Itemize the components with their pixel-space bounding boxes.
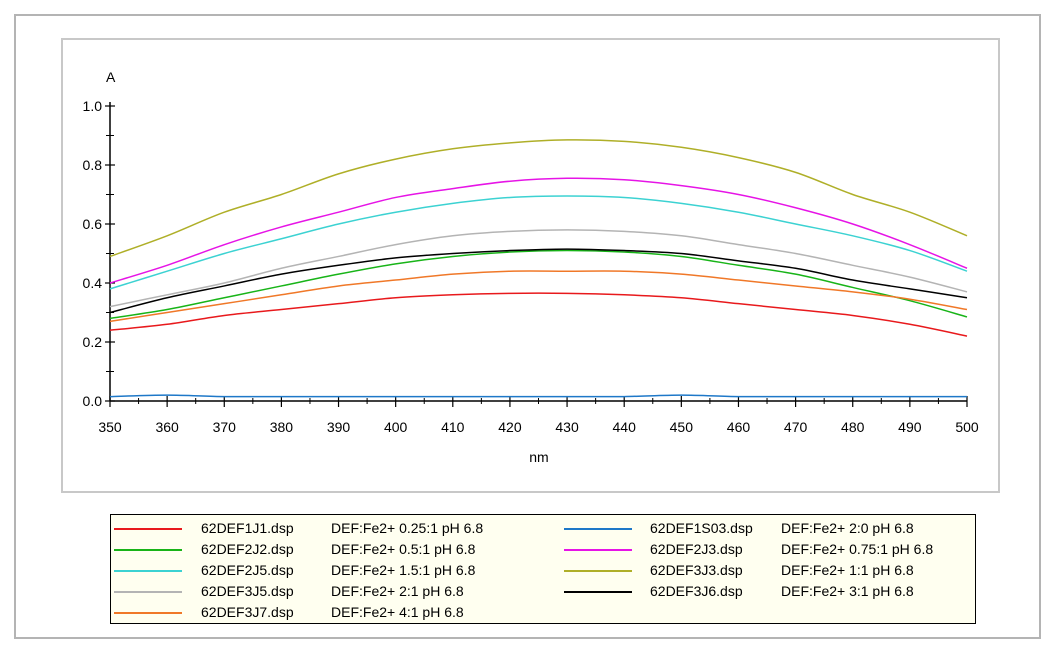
series-line-2 — [109, 195, 968, 290]
legend-description: DEF:Fe2+ 2:0 pH 6.8 — [781, 520, 914, 536]
x-tick-label: 430 — [555, 419, 579, 435]
legend-swatch — [114, 549, 182, 551]
legend-description: DEF:Fe2+ 0.5:1 pH 6.8 — [331, 541, 476, 557]
series-line-8 — [109, 248, 968, 314]
legend-filename: 62DEF2J5.dsp — [201, 562, 294, 578]
x-tick-label: 370 — [213, 419, 237, 435]
x-tick-label: 350 — [98, 419, 122, 435]
legend-filename: 62DEF3J7.dsp — [201, 604, 294, 620]
legend-swatch — [114, 528, 182, 530]
legend-description: DEF:Fe2+ 2:1 pH 6.8 — [331, 583, 464, 599]
legend-swatch — [114, 570, 182, 572]
x-tick-label: 420 — [498, 419, 522, 435]
legend-swatch — [564, 528, 632, 530]
x-tick-label: 500 — [955, 419, 979, 435]
x-tick-label: 380 — [270, 419, 294, 435]
legend-filename: 62DEF3J6.dsp — [650, 583, 743, 599]
legend-filename: 62DEF2J2.dsp — [201, 541, 294, 557]
legend-description: DEF:Fe2+ 3:1 pH 6.8 — [781, 583, 914, 599]
x-axis-label: nm — [529, 449, 548, 465]
x-tick-label: 390 — [327, 419, 351, 435]
legend-description: DEF:Fe2+ 1:1 pH 6.8 — [781, 562, 914, 578]
legend-swatch — [114, 591, 182, 593]
series-line-1 — [109, 249, 968, 320]
y-tick-label: 0.0 — [83, 393, 103, 409]
x-tick-label: 470 — [784, 419, 808, 435]
axis-layer: 0.0 0.2 0.4 0.6 0.8 1.0 350 360 370 380 390 400 410 4… — [83, 98, 979, 435]
series-line-0 — [109, 292, 968, 337]
series-line-5 — [109, 394, 967, 398]
x-tick-label: 410 — [441, 419, 465, 435]
x-tick-label: 480 — [841, 419, 865, 435]
legend-description: DEF:Fe2+ 0.75:1 pH 6.8 — [781, 541, 934, 557]
legend: 62DEF1J1.dsp DEF:Fe2+ 0.25:1 pH 6.8 62DEF2… — [110, 514, 976, 624]
legend-filename: 62DEF2J3.dsp — [650, 541, 743, 557]
legend-swatch — [564, 591, 632, 593]
x-tick-label: 460 — [727, 419, 751, 435]
legend-description: DEF:Fe2+ 1.5:1 pH 6.8 — [331, 562, 476, 578]
legend-filename: 62DEF1J1.dsp — [201, 520, 294, 536]
legend-filename: 62DEF1S03.dsp — [650, 520, 753, 536]
series-line-7 — [109, 139, 968, 258]
y-tick-label: 0.8 — [83, 157, 103, 173]
x-tick-label: 490 — [898, 419, 922, 435]
y-tick-label: 1.0 — [83, 98, 103, 114]
y-tick-label: 0.6 — [83, 216, 103, 232]
legend-swatch — [114, 612, 182, 614]
y-axis-label: A — [106, 69, 116, 85]
legend-description: DEF:Fe2+ 0.25:1 pH 6.8 — [331, 520, 484, 536]
series-layer — [109, 139, 968, 398]
x-tick-label: 440 — [613, 419, 637, 435]
legend-filename: 62DEF3J3.dsp — [650, 562, 743, 578]
legend-filename: 62DEF3J5.dsp — [201, 583, 294, 599]
legend-description: DEF:Fe2+ 4:1 pH 6.8 — [331, 604, 464, 620]
x-tick-label: 360 — [155, 419, 179, 435]
x-tick-label: 400 — [384, 419, 408, 435]
legend-swatch — [564, 549, 632, 551]
legend-swatch — [564, 570, 632, 572]
x-tick-label: 450 — [670, 419, 694, 435]
y-tick-label: 0.2 — [83, 334, 103, 350]
y-tick-label: 0.4 — [83, 275, 103, 291]
